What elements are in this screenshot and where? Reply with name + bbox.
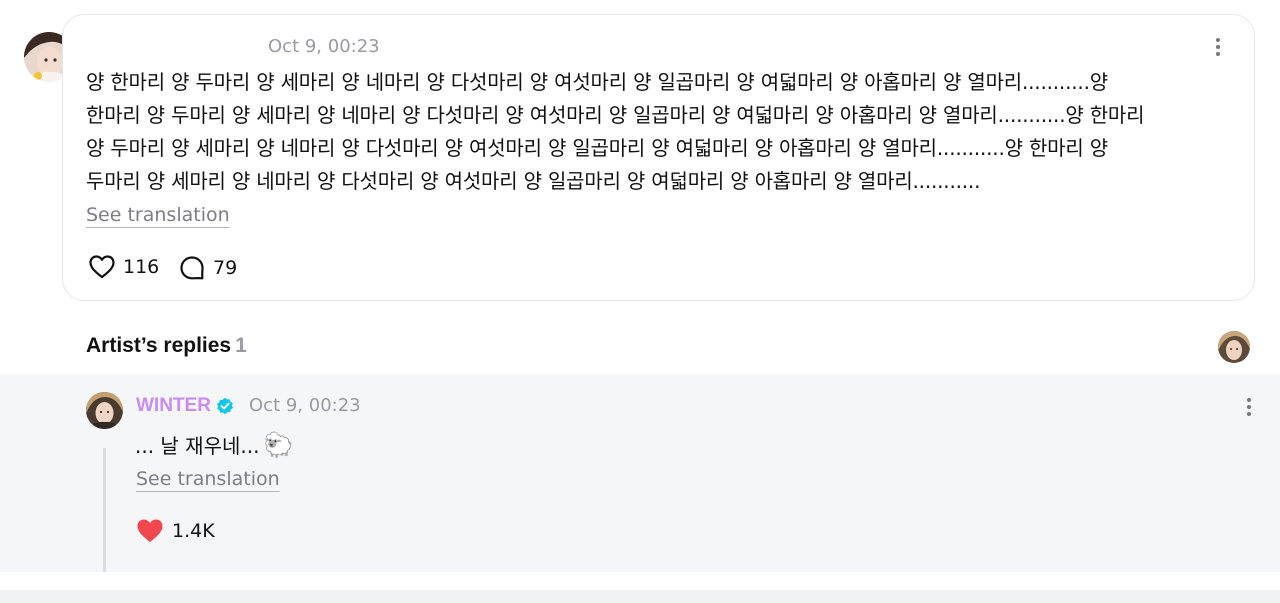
- reply-author-name[interactable]: WINTER: [136, 395, 234, 417]
- bottom-divider: [0, 590, 1280, 603]
- comment-bubble-icon: [180, 256, 204, 280]
- artist-reply: WINTER Oct 9, 00:23 ... 날 재우네... 🐑 See t…: [0, 374, 1280, 572]
- post-like-count: 116: [123, 256, 160, 278]
- post-see-translation-link[interactable]: See translation: [86, 204, 230, 226]
- reply-author-avatar[interactable]: [86, 392, 123, 429]
- artist-replies-count: 1: [235, 334, 247, 357]
- reply-timestamp: Oct 9, 00:23: [249, 395, 361, 416]
- post-like-button[interactable]: 116: [89, 255, 159, 279]
- artist-replies-title: Artist’s replies: [86, 334, 232, 357]
- reply-like-button[interactable]: 1.4K: [136, 518, 215, 544]
- post-comment-count: 79: [213, 257, 238, 279]
- heart-outline-icon: [89, 255, 115, 279]
- reply-thread-line: [103, 448, 106, 572]
- reply-text: ... 날 재우네... 🐑: [135, 430, 293, 459]
- sheep-emoji-icon: 🐑: [263, 430, 294, 459]
- page: Oct 9, 00:23 양 한마리 양 두마리 양 세마리 양 네마리 양 다…: [0, 0, 1280, 603]
- post-timestamp: Oct 9, 00:23: [268, 36, 380, 57]
- post-body: 양 한마리 양 두마리 양 세마리 양 네마리 양 다섯마리 양 여섯마리 양 …: [86, 70, 1145, 193]
- reply-author-label: WINTER: [136, 395, 211, 416]
- verified-badge-icon: [216, 397, 233, 415]
- reply-text-body: ... 날 재우네...: [135, 434, 260, 458]
- post-more-icon[interactable]: [1210, 35, 1226, 59]
- reply-more-icon[interactable]: [1241, 395, 1257, 419]
- artist-avatar-small[interactable]: [1218, 331, 1250, 363]
- reply-like-count: 1.4K: [172, 520, 215, 542]
- reply-see-translation-link[interactable]: See translation: [136, 468, 280, 490]
- artist-replies-heading: Artist’s replies 1: [86, 334, 247, 358]
- post-card: Oct 9, 00:23 양 한마리 양 두마리 양 세마리 양 네마리 양 다…: [62, 14, 1255, 301]
- heart-filled-icon: [137, 519, 163, 542]
- post-comment-button[interactable]: 79: [179, 255, 237, 281]
